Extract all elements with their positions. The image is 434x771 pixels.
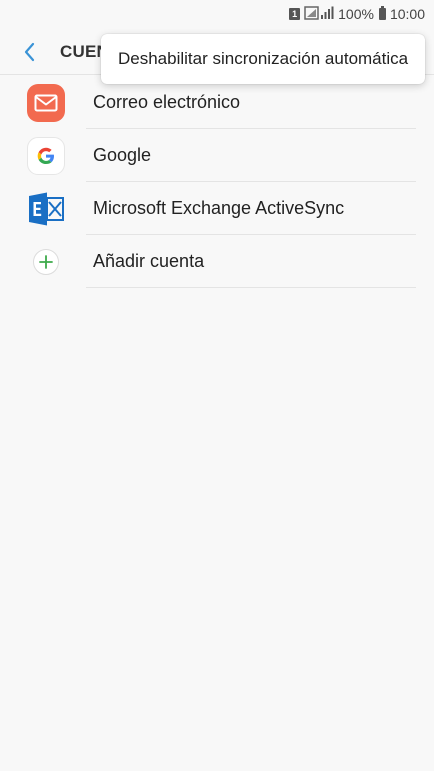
account-item-label: Añadir cuenta <box>93 251 205 271</box>
menu-item-disable-auto-sync[interactable]: Deshabilitar sincronización automática <box>118 49 408 69</box>
account-item-google[interactable]: Google <box>0 129 434 182</box>
overflow-menu: Deshabilitar sincronización automática <box>101 34 425 84</box>
battery-percent: 100% <box>338 6 374 22</box>
email-icon <box>34 94 58 111</box>
status-bar: 1 100% 10:00 <box>0 0 434 28</box>
exchange-icon <box>29 192 64 225</box>
back-chevron-icon[interactable] <box>20 40 40 64</box>
account-item-label: Microsoft Exchange ActiveSync <box>93 198 345 218</box>
clock: 10:00 <box>389 6 425 22</box>
account-item-label: Google <box>93 145 152 165</box>
sim-icon: 1 <box>289 8 301 20</box>
signal-icon <box>304 5 334 23</box>
account-list: Correo electrónico Google Microsoft Exch… <box>0 76 434 288</box>
divider <box>86 287 416 288</box>
google-app-icon <box>27 136 65 175</box>
google-icon <box>37 147 54 164</box>
exchange-app-icon <box>27 190 65 228</box>
add-icon <box>39 254 53 269</box>
account-item-exchange[interactable]: Microsoft Exchange ActiveSync <box>0 182 434 235</box>
account-item-add[interactable]: Añadir cuenta <box>0 235 434 288</box>
add-account-icon-wrap <box>27 243 65 281</box>
battery-icon <box>378 6 386 20</box>
email-app-icon <box>27 83 65 122</box>
account-item-label: Correo electrónico <box>93 92 241 112</box>
